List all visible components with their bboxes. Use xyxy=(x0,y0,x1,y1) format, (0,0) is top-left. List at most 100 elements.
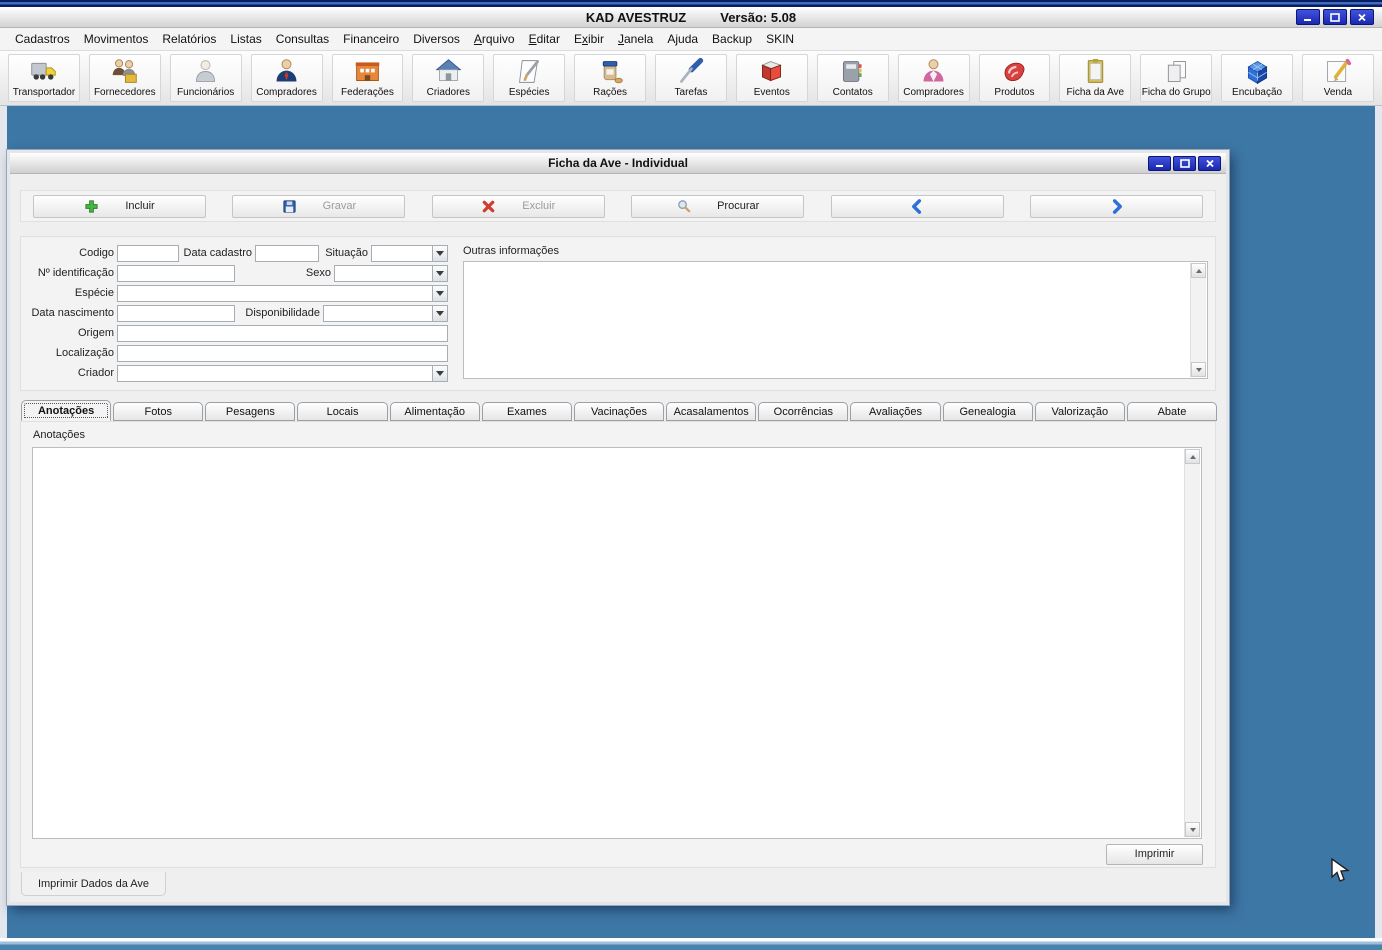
dialog-minimize-button[interactable] xyxy=(1148,156,1171,171)
toolbar-button-encubacao[interactable]: Encubação xyxy=(1221,54,1293,102)
toolbar-button-ficha-do-grupo[interactable]: Ficha do Grupo xyxy=(1140,54,1212,102)
tab-abate[interactable]: Abate xyxy=(1127,402,1217,421)
close-icon xyxy=(1357,13,1367,22)
origem-field[interactable] xyxy=(117,325,448,342)
especie-select[interactable] xyxy=(117,285,448,302)
menu-item-editar[interactable]: Editar xyxy=(522,29,567,49)
minimize-button[interactable] xyxy=(1296,9,1320,25)
toolbar-button-produtos[interactable]: Produtos xyxy=(979,54,1051,102)
toolbar-button-ficha-da-ave[interactable]: Ficha da Ave xyxy=(1059,54,1131,102)
toolbar-button-especies[interactable]: Espécies xyxy=(493,54,565,102)
toolbar-button-venda[interactable]: Venda xyxy=(1302,54,1374,102)
toolbar-button-compradores[interactable]: Compradores xyxy=(251,54,323,102)
tab-pesagens[interactable]: Pesagens xyxy=(205,402,295,421)
menu-item-skin[interactable]: SKIN xyxy=(759,29,801,49)
combo-dropdown-button[interactable] xyxy=(432,285,448,302)
scroll-down-button[interactable] xyxy=(1185,822,1200,837)
codigo-field[interactable] xyxy=(117,245,179,262)
close-button[interactable] xyxy=(1350,9,1374,25)
data-cadastro-field[interactable] xyxy=(255,245,319,262)
combo-dropdown-button[interactable] xyxy=(432,365,448,382)
n-identificacao-field[interactable] xyxy=(117,265,235,282)
menu-item-listas[interactable]: Listas xyxy=(223,29,268,49)
toolbar-label: Ficha da Ave xyxy=(1066,86,1124,99)
toolbar-button-eventos[interactable]: Eventos xyxy=(736,54,808,102)
toolbar-button-racoes[interactable]: Rações xyxy=(574,54,646,102)
dialog-titlebar[interactable]: Ficha da Ave - Individual xyxy=(10,153,1226,174)
menu-item-consultas[interactable]: Consultas xyxy=(269,29,336,49)
toolbar-button-criadores[interactable]: Criadores xyxy=(412,54,484,102)
tab-locais[interactable]: Locais xyxy=(297,402,387,421)
tab-valorizacao[interactable]: Valorização xyxy=(1035,402,1125,421)
bird-record-icon xyxy=(1081,57,1110,86)
contacts-book-icon xyxy=(838,57,867,86)
menu-item-arquivo[interactable]: Arquivo xyxy=(467,29,522,49)
dialog-close-button[interactable] xyxy=(1198,156,1221,171)
next-record-button[interactable] xyxy=(1030,195,1203,218)
toolbar-button-tarefas[interactable]: Tarefas xyxy=(655,54,727,102)
menu-item-movimentos[interactable]: Movimentos xyxy=(77,29,156,49)
menu-item-janela[interactable]: Janela xyxy=(611,29,660,49)
desktop-area: Ficha da Ave - Individual Incluir Gravar xyxy=(0,106,1382,938)
tab-anotacoes[interactable]: Anotações xyxy=(21,400,111,421)
toolbar-button-fornecedores[interactable]: Fornecedores xyxy=(89,54,161,102)
next-icon xyxy=(1109,199,1124,214)
maximize-button[interactable] xyxy=(1323,9,1347,25)
outras-informacoes-textarea[interactable] xyxy=(463,261,1208,379)
toolbar-button-funcionarios[interactable]: Funcionários xyxy=(170,54,242,102)
tab-ocorrencias[interactable]: Ocorrências xyxy=(758,402,848,421)
gravar-button[interactable]: Gravar xyxy=(232,195,405,218)
toolbar-button-transportador[interactable]: Transportador xyxy=(8,54,80,102)
combo-value xyxy=(117,285,432,302)
menu-item-ajuda[interactable]: Ajuda xyxy=(660,29,705,49)
combo-value xyxy=(117,365,432,382)
criador-label: Criador xyxy=(23,365,114,382)
toolbar-button-compradores-2[interactable]: Compradores xyxy=(898,54,970,102)
toolbar-button-federacoes[interactable]: Federações xyxy=(332,54,404,102)
incluir-button[interactable]: Incluir xyxy=(33,195,206,218)
scrollbar-track[interactable] xyxy=(1185,464,1200,822)
combo-dropdown-button[interactable] xyxy=(432,245,448,262)
toolbar-button-contatos[interactable]: Contatos xyxy=(817,54,889,102)
menu-item-financeiro[interactable]: Financeiro xyxy=(336,29,406,49)
tab-acasalamentos[interactable]: Acasalamentos xyxy=(666,402,756,421)
previous-record-button[interactable] xyxy=(831,195,1004,218)
combo-value xyxy=(371,245,432,262)
situacao-select[interactable] xyxy=(371,245,448,262)
excluir-button[interactable]: Excluir xyxy=(432,195,605,218)
scroll-up-button[interactable] xyxy=(1191,263,1206,278)
toolbar-label: Contatos xyxy=(833,86,873,99)
toolbar-label: Espécies xyxy=(509,86,550,99)
dialog-maximize-button[interactable] xyxy=(1173,156,1196,171)
vertical-scrollbar[interactable] xyxy=(1184,449,1200,837)
imprimir-button[interactable]: Imprimir xyxy=(1106,844,1203,865)
feed-jar-icon xyxy=(596,57,625,86)
vertical-scrollbar[interactable] xyxy=(1190,263,1206,377)
menu-item-relatorios[interactable]: Relatórios xyxy=(155,29,223,49)
sexo-select[interactable] xyxy=(334,265,448,282)
scroll-down-button[interactable] xyxy=(1191,362,1206,377)
menu-item-exibir[interactable]: Exibir xyxy=(567,29,611,49)
tab-fotos[interactable]: Fotos xyxy=(113,402,203,421)
disponibilidade-select[interactable] xyxy=(323,305,448,322)
anotacoes-textarea[interactable] xyxy=(32,447,1202,839)
tab-exames[interactable]: Exames xyxy=(482,402,572,421)
procurar-button[interactable]: Procurar xyxy=(631,195,804,218)
menu-item-backup[interactable]: Backup xyxy=(705,29,759,49)
tab-alimentacao[interactable]: Alimentação xyxy=(390,402,480,421)
ficha-da-ave-window: Ficha da Ave - Individual Incluir Gravar xyxy=(7,150,1229,905)
menu-item-diversos[interactable]: Diversos xyxy=(406,29,467,49)
criador-select[interactable] xyxy=(117,365,448,382)
tab-avaliacoes[interactable]: Avaliações xyxy=(850,402,940,421)
imprimir-dados-da-ave-tab[interactable]: Imprimir Dados da Ave xyxy=(21,872,166,896)
tab-genealogia[interactable]: Genealogia xyxy=(943,402,1033,421)
window-bottom-border xyxy=(0,938,1382,950)
combo-dropdown-button[interactable] xyxy=(432,265,448,282)
combo-dropdown-button[interactable] xyxy=(432,305,448,322)
scrollbar-track[interactable] xyxy=(1191,278,1206,362)
tab-vacinacoes[interactable]: Vacinações xyxy=(574,402,664,421)
localizacao-field[interactable] xyxy=(117,345,448,362)
meat-icon xyxy=(1000,57,1029,86)
menu-item-cadastros[interactable]: Cadastros xyxy=(8,29,77,49)
scroll-up-button[interactable] xyxy=(1185,449,1200,464)
